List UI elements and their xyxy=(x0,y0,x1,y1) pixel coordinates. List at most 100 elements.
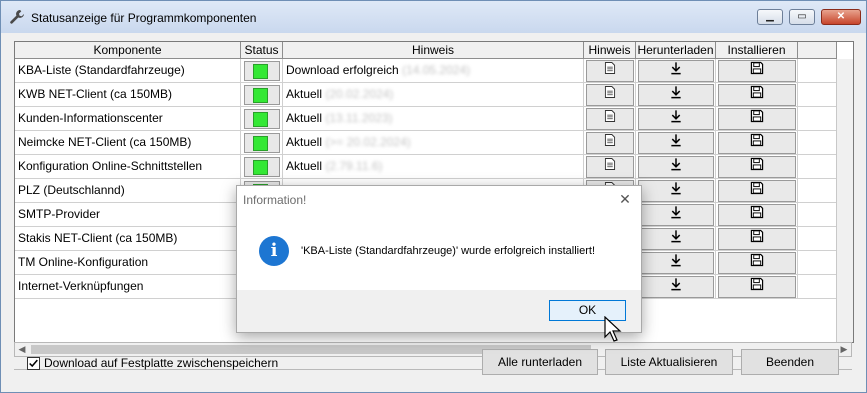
dialog-body: i 'KBA-Liste (Standardfahrzeuge)' wurde … xyxy=(237,214,641,290)
download-button[interactable] xyxy=(638,60,714,82)
install-button[interactable] xyxy=(718,156,796,178)
vertical-scrollbar[interactable] xyxy=(836,59,853,342)
install-button[interactable] xyxy=(718,276,796,298)
install-button[interactable] xyxy=(718,180,796,202)
hint-icon-cell xyxy=(584,59,636,83)
install-button[interactable] xyxy=(718,228,796,250)
cache-checkbox[interactable] xyxy=(27,357,40,370)
refresh-list-button[interactable]: Liste Aktualisieren xyxy=(605,349,733,375)
information-dialog: Information! ✕ i 'KBA-Liste (Standardfah… xyxy=(236,185,642,333)
cache-checkbox-label[interactable]: Download auf Festplatte zwischenspeicher… xyxy=(44,356,278,370)
component-name[interactable]: Kunden-Informationscenter xyxy=(15,107,241,131)
component-name[interactable]: SMTP-Provider xyxy=(15,203,241,227)
download-button[interactable] xyxy=(638,252,714,274)
install-cell xyxy=(716,59,798,83)
status-green-icon xyxy=(253,112,268,127)
dialog-close-icon[interactable]: ✕ xyxy=(617,191,633,207)
filler-cell xyxy=(798,179,837,203)
install-button[interactable] xyxy=(718,204,796,226)
status-green-icon xyxy=(253,88,268,103)
install-cell xyxy=(716,107,798,131)
install-button[interactable] xyxy=(718,108,796,130)
component-name[interactable]: KWB NET-Client (ca 150MB) xyxy=(15,83,241,107)
download-button[interactable] xyxy=(638,156,714,178)
floppy-disk-icon xyxy=(750,228,764,251)
header-status[interactable]: Status xyxy=(241,42,283,59)
hint-icon-cell xyxy=(584,155,636,179)
floppy-disk-icon xyxy=(750,60,764,83)
component-name[interactable]: Stakis NET-Client (ca 150MB) xyxy=(15,227,241,251)
install-button[interactable] xyxy=(718,132,796,154)
document-icon-button[interactable] xyxy=(586,60,634,82)
component-name[interactable]: TM Online-Konfiguration xyxy=(15,251,241,275)
component-name[interactable]: PLZ (Deutschlannd) xyxy=(15,179,241,203)
table-row[interactable]: KWB NET-Client (ca 150MB) Aktuell (20.02.… xyxy=(15,83,853,107)
hint-cell: Aktuell (13.11.2023) xyxy=(283,107,584,131)
install-button[interactable] xyxy=(718,84,796,106)
download-button[interactable] xyxy=(638,276,714,298)
floppy-disk-icon xyxy=(750,108,764,131)
floppy-disk-icon xyxy=(750,204,764,227)
download-icon xyxy=(670,252,683,275)
download-button[interactable] xyxy=(638,228,714,250)
install-cell xyxy=(716,155,798,179)
download-button[interactable] xyxy=(638,132,714,154)
close-button[interactable]: ✕ xyxy=(821,9,861,25)
status-indicator xyxy=(244,109,280,129)
exit-button[interactable]: Beenden xyxy=(741,349,839,375)
filler-cell xyxy=(798,131,837,155)
download-button[interactable] xyxy=(638,108,714,130)
component-name[interactable]: Neimcke NET-Client (ca 150MB) xyxy=(15,131,241,155)
header-herunterladen[interactable]: Herunterladen xyxy=(636,42,716,59)
floppy-disk-icon xyxy=(750,276,764,299)
hint-text: Aktuell xyxy=(286,135,323,149)
install-button[interactable] xyxy=(718,252,796,274)
table-row[interactable]: Kunden-Informationscenter Aktuell (13.11.… xyxy=(15,107,853,131)
table-row[interactable]: Konfiguration Online-Schnittstellen Aktue… xyxy=(15,155,853,179)
header-komponente[interactable]: Komponente xyxy=(15,42,241,59)
table-row[interactable]: Neimcke NET-Client (ca 150MB) Aktuell (>=… xyxy=(15,131,853,155)
document-icon-button[interactable] xyxy=(586,132,634,154)
table-row[interactable]: KBA-Liste (Standardfahrzeuge) Download er… xyxy=(15,59,853,83)
header-hinweis[interactable]: Hinweis xyxy=(283,42,584,59)
download-button[interactable] xyxy=(638,204,714,226)
window-title: Statusanzeige für Programmkomponenten xyxy=(31,11,257,25)
hint-detail: (>= 20.02.2024) xyxy=(325,135,411,149)
hint-cell: Aktuell (2.79.11.6) xyxy=(283,155,584,179)
filler-cell xyxy=(798,275,837,299)
mouse-cursor-icon xyxy=(604,316,622,342)
download-button[interactable] xyxy=(638,84,714,106)
header-installieren[interactable]: Installieren xyxy=(716,42,798,59)
status-green-icon xyxy=(253,160,268,175)
status-cell xyxy=(241,107,283,131)
header-hinweis-icon[interactable]: Hinweis xyxy=(584,42,636,59)
install-button[interactable] xyxy=(718,60,796,82)
component-name[interactable]: KBA-Liste (Standardfahrzeuge) xyxy=(15,59,241,83)
document-icon-button[interactable] xyxy=(586,108,634,130)
maximize-button[interactable]: ▭ xyxy=(789,9,815,25)
scroll-right-icon[interactable]: ▶ xyxy=(837,343,851,356)
hint-icon-cell xyxy=(584,83,636,107)
hint-detail: (20.02.2024) xyxy=(325,87,394,101)
filler-cell xyxy=(798,83,837,107)
hint-cell: Download erfolgreich (14.05.2024) xyxy=(283,59,584,83)
minimize-button[interactable]: ▁ xyxy=(757,9,783,25)
component-name[interactable]: Konfiguration Online-Schnittstellen xyxy=(15,155,241,179)
scroll-left-icon[interactable]: ◀ xyxy=(15,343,29,356)
document-icon-button[interactable] xyxy=(586,156,634,178)
filler-cell xyxy=(798,59,837,83)
component-name[interactable]: Internet-Verknüpfungen xyxy=(15,275,241,299)
hint-icon-cell xyxy=(584,107,636,131)
install-cell xyxy=(716,275,798,299)
document-icon xyxy=(604,84,616,107)
download-icon xyxy=(670,204,683,227)
floppy-disk-icon xyxy=(750,84,764,107)
status-indicator xyxy=(244,133,280,153)
hint-detail: (2.79.11.6) xyxy=(325,159,383,173)
status-cell xyxy=(241,59,283,83)
hint-cell: Aktuell (>= 20.02.2024) xyxy=(283,131,584,155)
download-all-button[interactable]: Alle runterladen xyxy=(482,349,598,375)
download-button[interactable] xyxy=(638,180,714,202)
document-icon-button[interactable] xyxy=(586,84,634,106)
hint-text: Aktuell xyxy=(286,159,323,173)
